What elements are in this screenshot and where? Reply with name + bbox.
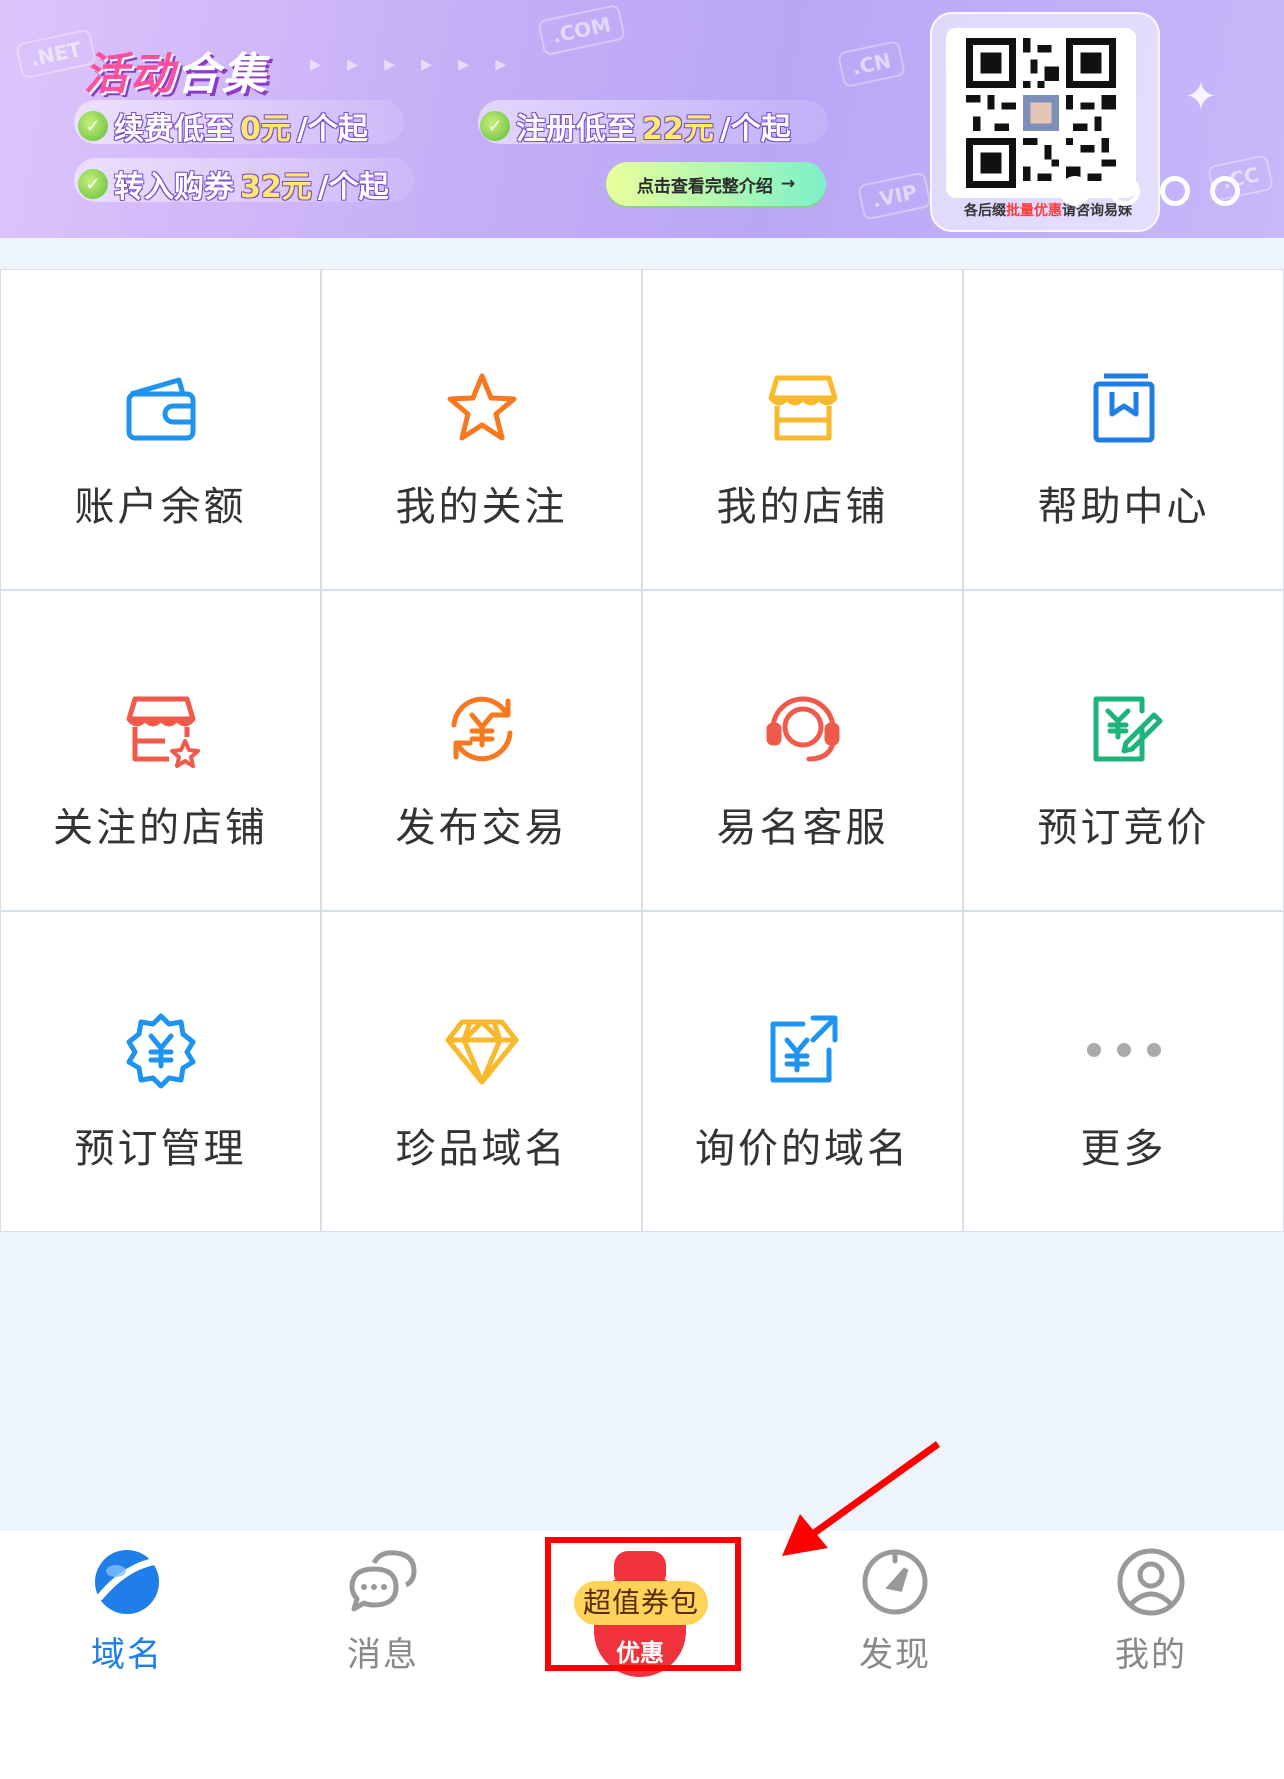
tab-discover[interactable]: 发现 [810,1545,980,1695]
yuan-gear-icon [121,1010,201,1090]
sparkle-icon: ✦ [1184,74,1218,120]
banner-title: 活动合集 [84,49,268,100]
grid-item-preorder-management[interactable]: 预订管理 [1,912,320,1231]
yuan-exchange-icon [442,689,522,769]
arrow-decor: ▸▸▸▸▸▸ [310,52,533,77]
qr-code-icon [946,28,1136,198]
carousel-dot[interactable] [1110,176,1140,206]
arrow-right-icon: → [780,174,796,194]
promo-transfer: ✓ 转入购券 32元/个起 [78,162,389,206]
grid-item-help-center[interactable]: 帮助中心 [964,270,1283,589]
chat-bubble-icon [349,1550,417,1612]
grid-item-premium-domains[interactable]: 珍品域名 [322,912,641,1231]
view-details-button[interactable]: 点击查看完整介绍 → [606,162,826,206]
grid-item-inquired-domains[interactable]: 询价的域名 [643,912,962,1231]
tld-decor: .CN [836,39,907,89]
bid-edit-icon [1084,689,1164,769]
star-icon [442,368,522,448]
user-profile-icon [1117,1548,1185,1616]
grid-item-account-balance[interactable]: 账户余额 [1,270,320,589]
carousel-dot[interactable] [1210,176,1240,206]
feature-grid: 账户余额 我的关注 我的店铺 帮助中心 关注的店铺 发布交易 易名客服 预订竞价… [0,269,1284,1232]
tab-domain[interactable]: 域名 [42,1545,212,1695]
grid-item-my-store[interactable]: 我的店铺 [643,270,962,589]
yuan-share-icon [763,1010,843,1090]
grid-item-followed-stores[interactable]: 关注的店铺 [1,591,320,910]
help-book-icon [1084,368,1164,448]
annotation-highlight-box [545,1537,741,1671]
promo-renew: ✓ 续费低至 0元/个起 [78,104,368,148]
promo-register: ✓ 注册低至 22元/个起 [480,104,791,148]
tld-decor: .VIP [857,171,933,221]
grid-item-more[interactable]: 更多 [964,912,1283,1231]
store-icon [763,368,843,448]
tab-mine[interactable]: 我的 [1066,1545,1236,1695]
grid-item-preorder-bidding[interactable]: 预订竞价 [964,591,1283,910]
diamond-icon [442,1010,522,1090]
grid-item-publish-trade[interactable]: 发布交易 [322,591,641,910]
grid-item-customer-service[interactable]: 易名客服 [643,591,962,910]
more-dots-icon [1084,1010,1164,1090]
carousel-dot[interactable] [1160,176,1190,206]
carousel-indicator[interactable] [1060,176,1240,206]
check-icon: ✓ [78,169,108,199]
promo-banner[interactable]: .NET .COM .CN .VIP .CC 活动合集 ▸▸▸▸▸▸ ✓ 续费低… [0,0,1284,238]
tab-messages[interactable]: 消息 [298,1545,468,1695]
grid-item-my-follows[interactable]: 我的关注 [322,270,641,589]
check-icon: ✓ [480,111,510,141]
headset-icon [763,689,843,769]
globe-icon [95,1550,162,1614]
wallet-icon [121,368,201,448]
check-icon: ✓ [78,111,108,141]
tld-decor: .COM [537,3,627,57]
annotation-arrow-icon [782,1441,941,1556]
store-star-icon [121,689,201,769]
carousel-dot[interactable] [1060,176,1090,206]
